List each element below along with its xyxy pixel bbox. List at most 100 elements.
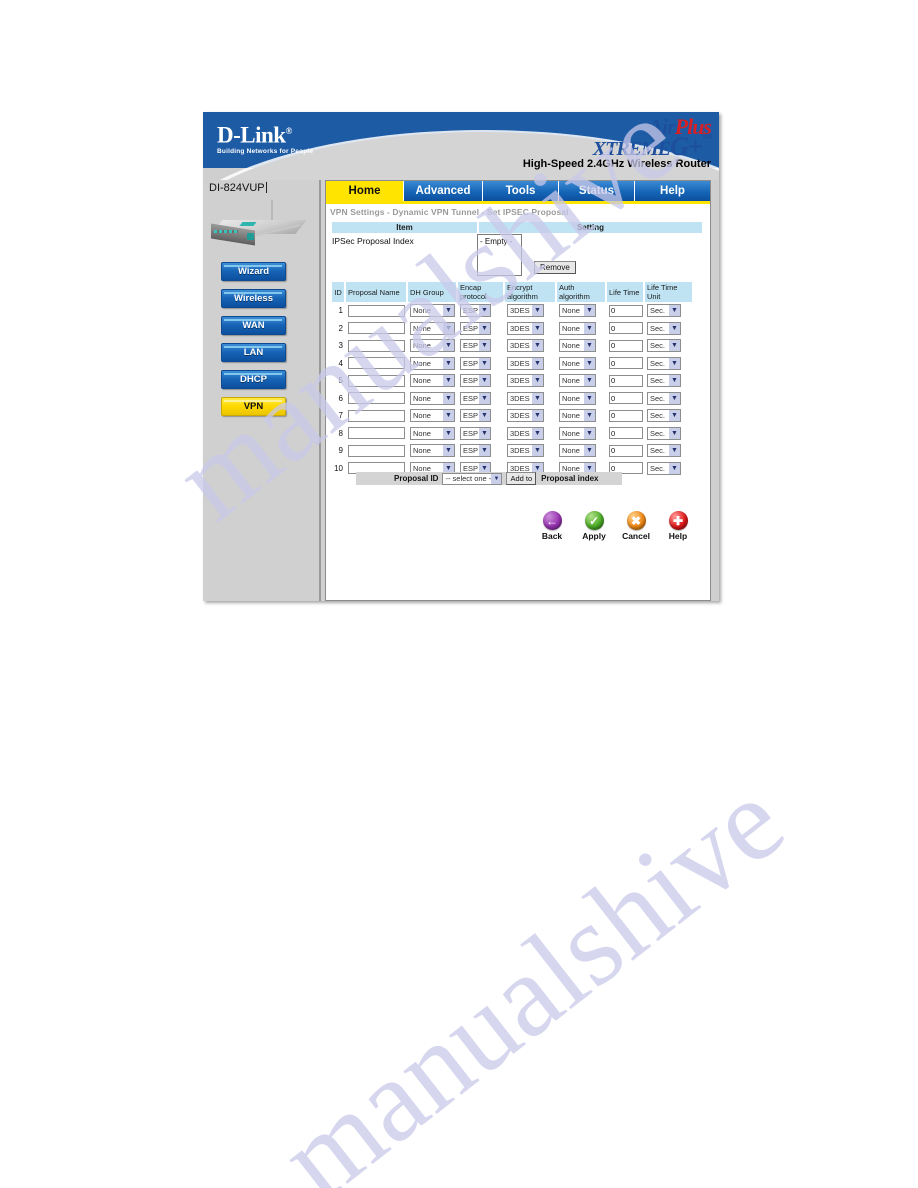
encap-protocol-select[interactable]: ESP ▼ bbox=[460, 304, 491, 318]
auth-algorithm-select[interactable]: None ▼ bbox=[559, 321, 596, 335]
sidebar-item-wireless[interactable]: Wireless bbox=[221, 289, 286, 308]
dh-group-select[interactable]: None ▼ bbox=[410, 321, 455, 335]
table-row: 1 None ▼ ESP ▼ 3DES ▼ None ▼ 0 Sec. ▼ bbox=[332, 302, 692, 320]
add-to-button[interactable]: Add to bbox=[506, 472, 537, 485]
proposal-name-input[interactable] bbox=[348, 392, 405, 405]
life-time-unit-select[interactable]: Sec. ▼ bbox=[647, 339, 681, 353]
proposal-name-input[interactable] bbox=[348, 304, 405, 317]
chevron-down-icon: ▼ bbox=[443, 427, 454, 439]
dh-group-select[interactable]: None ▼ bbox=[410, 426, 455, 440]
chevron-down-icon: ▼ bbox=[479, 427, 490, 439]
life-time-input[interactable]: 0 bbox=[609, 427, 643, 440]
auth-algorithm-select[interactable]: None ▼ bbox=[559, 304, 596, 318]
encrypt-algorithm-select[interactable]: 3DES ▼ bbox=[507, 339, 544, 353]
sidebar-item-wan[interactable]: WAN bbox=[221, 316, 286, 335]
cancel-button[interactable]: ✖ Cancel bbox=[620, 511, 652, 541]
auth-algorithm-select[interactable]: None ▼ bbox=[559, 444, 596, 458]
help-button[interactable]: ✚ Help bbox=[662, 511, 694, 541]
life-time-input[interactable]: 0 bbox=[609, 374, 643, 387]
dh-group-select[interactable]: None ▼ bbox=[410, 374, 455, 388]
back-button[interactable]: ← Back bbox=[536, 511, 568, 541]
dh-group-select[interactable]: None ▼ bbox=[410, 444, 455, 458]
encap-protocol-select[interactable]: ESP ▼ bbox=[460, 444, 491, 458]
encap-protocol-select[interactable]: ESP ▼ bbox=[460, 321, 491, 335]
dh-group-select[interactable]: None ▼ bbox=[410, 339, 455, 353]
sidebar-item-wizard[interactable]: Wizard bbox=[221, 262, 286, 281]
ipsec-proposal-index-listbox[interactable]: - Empty - bbox=[477, 234, 522, 276]
encap-protocol-select[interactable]: ESP ▼ bbox=[460, 339, 491, 353]
proposal-name-input[interactable] bbox=[348, 322, 405, 335]
dh-group-select[interactable]: None ▼ bbox=[410, 391, 455, 405]
chevron-down-icon: ▼ bbox=[532, 410, 543, 422]
life-time-input[interactable]: 0 bbox=[609, 304, 643, 317]
encrypt-algorithm-select[interactable]: 3DES ▼ bbox=[507, 321, 544, 335]
dh-group-select-value: None bbox=[413, 306, 431, 316]
auth-algorithm-select[interactable]: None ▼ bbox=[559, 409, 596, 423]
life-time-unit-select[interactable]: Sec. ▼ bbox=[647, 426, 681, 440]
tab-tools[interactable]: Tools bbox=[483, 181, 559, 201]
tab-advanced[interactable]: Advanced bbox=[404, 181, 483, 201]
chevron-down-icon: ▼ bbox=[669, 305, 680, 317]
sidebar-item-lan[interactable]: LAN bbox=[221, 343, 286, 362]
cell-encap-protocol: ESP ▼ bbox=[458, 339, 505, 353]
cell-encrypt-algorithm: 3DES ▼ bbox=[505, 339, 557, 353]
life-time-unit-select[interactable]: Sec. ▼ bbox=[647, 409, 681, 423]
life-time-input[interactable]: 0 bbox=[609, 339, 643, 352]
encrypt-algorithm-select[interactable]: 3DES ▼ bbox=[507, 356, 544, 370]
life-time-input[interactable]: 0 bbox=[609, 322, 643, 335]
encap-protocol-select[interactable]: ESP ▼ bbox=[460, 374, 491, 388]
life-time-unit-select[interactable]: Sec. ▼ bbox=[647, 356, 681, 370]
proposal-name-input[interactable] bbox=[348, 357, 405, 370]
sidebar-divider bbox=[319, 180, 321, 601]
encrypt-algorithm-select[interactable]: 3DES ▼ bbox=[507, 444, 544, 458]
remove-button[interactable]: Remove bbox=[534, 261, 576, 274]
ipsec-proposal-index-label: IPSec Proposal Index bbox=[332, 236, 414, 246]
encrypt-algorithm-select[interactable]: 3DES ▼ bbox=[507, 304, 544, 318]
life-time-unit-select[interactable]: Sec. ▼ bbox=[647, 461, 681, 475]
auth-algorithm-select[interactable]: None ▼ bbox=[559, 356, 596, 370]
dh-group-select[interactable]: None ▼ bbox=[410, 356, 455, 370]
encrypt-algorithm-select-value: 3DES bbox=[510, 376, 530, 386]
encap-protocol-select[interactable]: ESP ▼ bbox=[460, 391, 491, 405]
proposal-id-select[interactable]: -- select one -- ▼ bbox=[442, 472, 503, 485]
encrypt-algorithm-select[interactable]: 3DES ▼ bbox=[507, 426, 544, 440]
proposal-name-input[interactable] bbox=[348, 444, 405, 457]
encap-protocol-select[interactable]: ESP ▼ bbox=[460, 426, 491, 440]
life-time-unit-select[interactable]: Sec. ▼ bbox=[647, 374, 681, 388]
item-setting-header: Item Setting bbox=[332, 222, 702, 233]
auth-algorithm-select[interactable]: None ▼ bbox=[559, 339, 596, 353]
life-time-input[interactable]: 0 bbox=[609, 444, 643, 457]
life-time-input[interactable]: 0 bbox=[609, 392, 643, 405]
cancel-button-label: Cancel bbox=[622, 531, 650, 541]
life-time-input[interactable]: 0 bbox=[609, 409, 643, 422]
proposal-name-input[interactable] bbox=[348, 374, 405, 387]
encap-protocol-select[interactable]: ESP ▼ bbox=[460, 409, 491, 423]
tab-help[interactable]: Help bbox=[635, 181, 710, 201]
cell-auth-algorithm: None ▼ bbox=[557, 391, 607, 405]
apply-button[interactable]: ✓ Apply bbox=[578, 511, 610, 541]
encrypt-algorithm-select[interactable]: 3DES ▼ bbox=[507, 409, 544, 423]
sidebar-item-dhcp[interactable]: DHCP bbox=[221, 370, 286, 389]
cell-proposal-name bbox=[346, 427, 408, 440]
tab-home[interactable]: Home bbox=[326, 181, 404, 201]
life-time-unit-select[interactable]: Sec. ▼ bbox=[647, 391, 681, 405]
column-header-auth: Auth algorithm bbox=[557, 282, 607, 302]
auth-algorithm-select[interactable]: None ▼ bbox=[559, 374, 596, 388]
life-time-input[interactable]: 0 bbox=[609, 357, 643, 370]
life-time-unit-select[interactable]: Sec. ▼ bbox=[647, 444, 681, 458]
dh-group-select[interactable]: None ▼ bbox=[410, 409, 455, 423]
life-time-unit-select[interactable]: Sec. ▼ bbox=[647, 304, 681, 318]
proposal-name-input[interactable] bbox=[348, 427, 405, 440]
proposal-name-input[interactable] bbox=[348, 339, 405, 352]
auth-algorithm-select[interactable]: None ▼ bbox=[559, 391, 596, 405]
cell-life-time: 0 bbox=[607, 374, 645, 387]
encrypt-algorithm-select[interactable]: 3DES ▼ bbox=[507, 374, 544, 388]
sidebar-item-vpn[interactable]: VPN bbox=[221, 397, 286, 416]
encrypt-algorithm-select[interactable]: 3DES ▼ bbox=[507, 391, 544, 405]
auth-algorithm-select[interactable]: None ▼ bbox=[559, 426, 596, 440]
proposal-name-input[interactable] bbox=[348, 409, 405, 422]
encap-protocol-select[interactable]: ESP ▼ bbox=[460, 356, 491, 370]
dh-group-select[interactable]: None ▼ bbox=[410, 304, 455, 318]
life-time-unit-select[interactable]: Sec. ▼ bbox=[647, 321, 681, 335]
tab-status[interactable]: Status bbox=[559, 181, 635, 201]
